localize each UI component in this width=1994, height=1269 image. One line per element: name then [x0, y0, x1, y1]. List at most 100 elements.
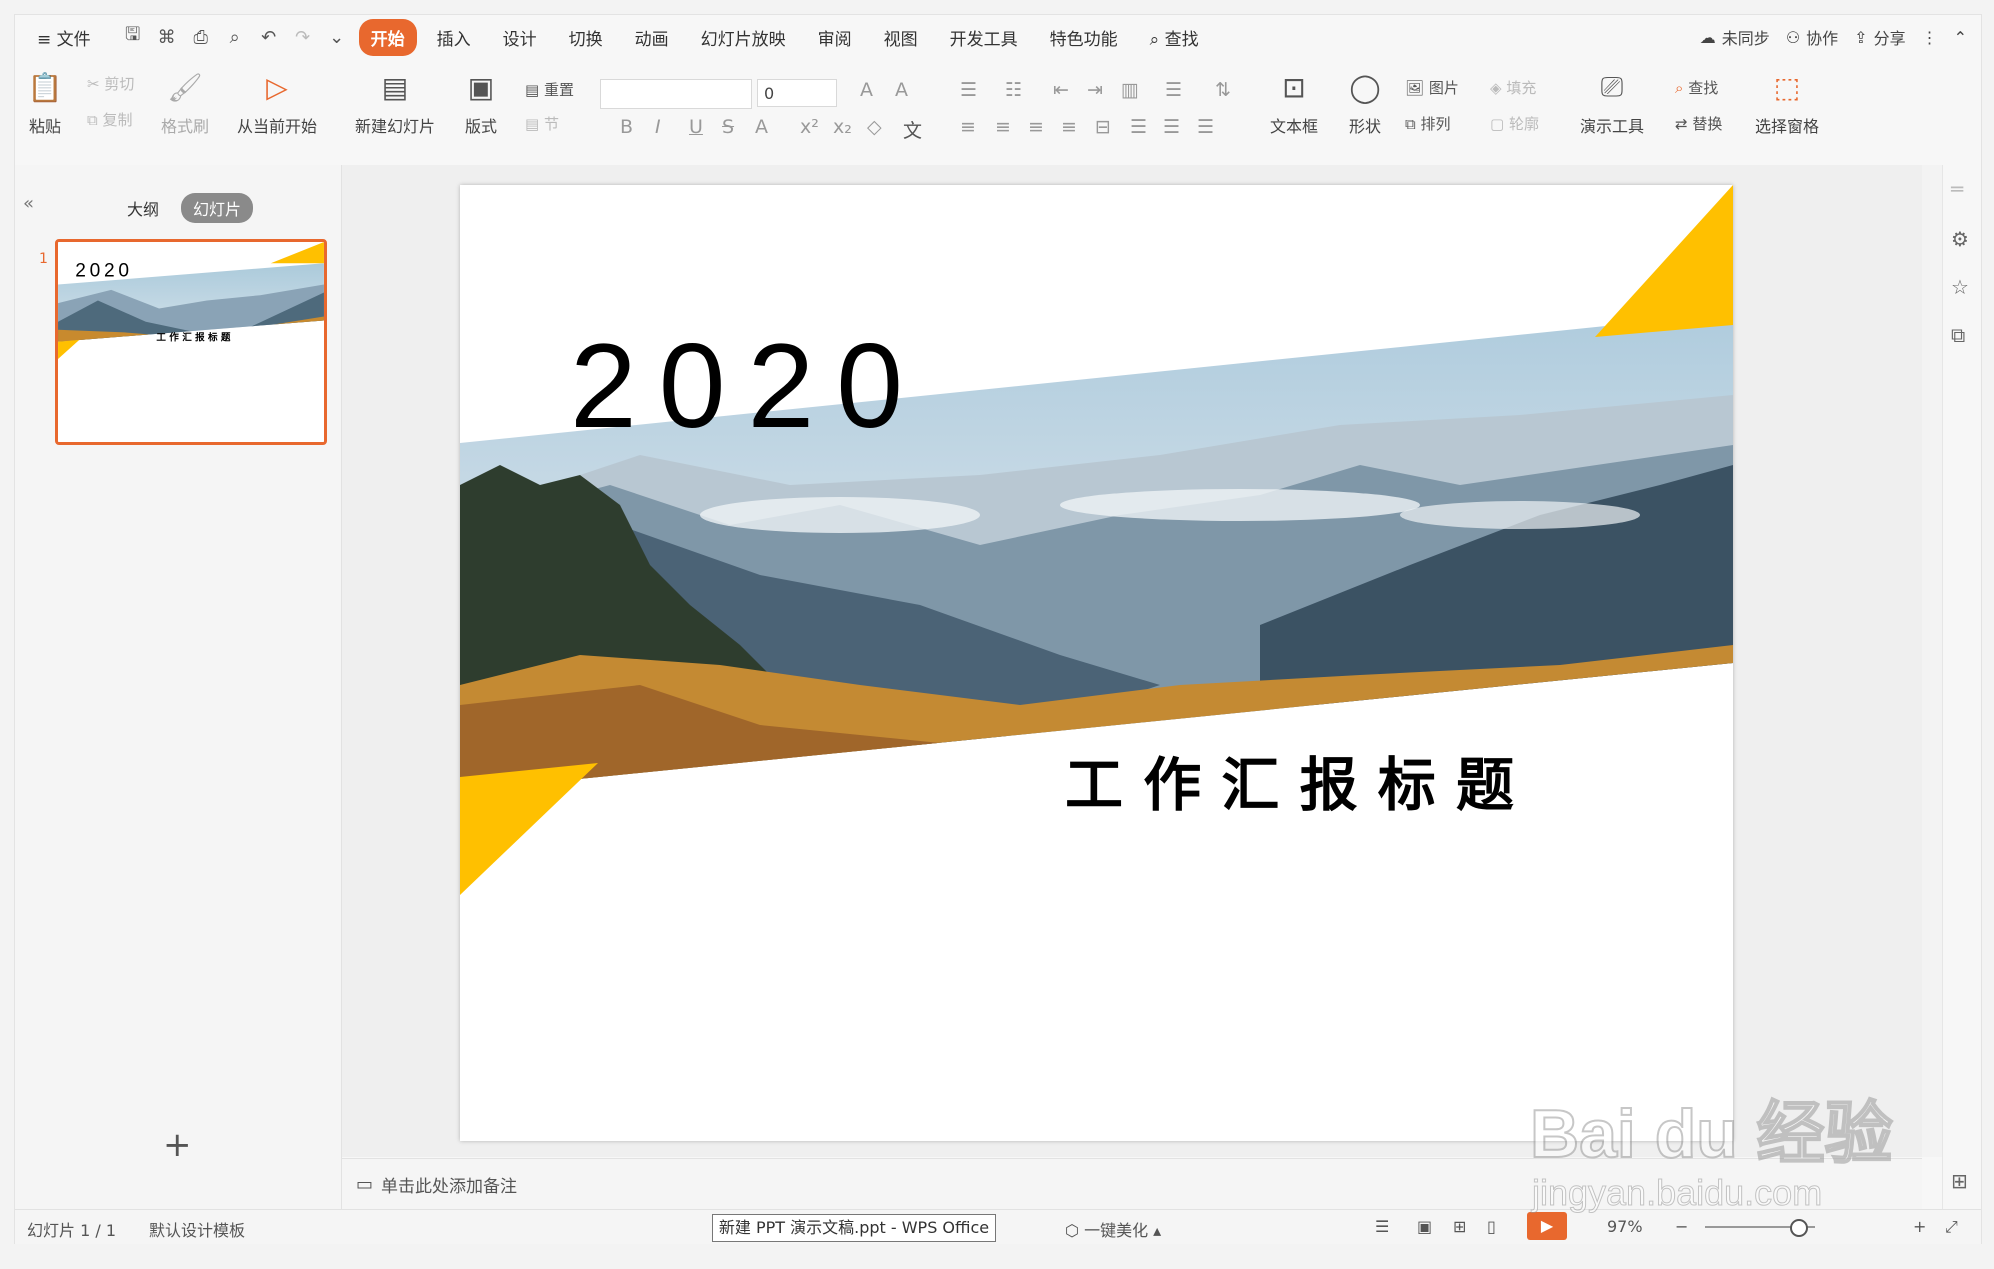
outline-button[interactable]: ▢ 轮廓 — [1490, 113, 1539, 134]
numbering-icon[interactable]: ☷ — [1005, 79, 1022, 101]
char-spacing-icon[interactable]: 文 — [903, 116, 922, 143]
tab-slides[interactable]: 幻灯片 — [181, 193, 254, 223]
search-box[interactable]: ⌕ 查找 — [1138, 19, 1211, 56]
tab-developer[interactable]: 开发工具 — [938, 19, 1030, 56]
tab-animation[interactable]: 动画 — [623, 19, 681, 56]
format-icon[interactable]: ⌘ — [155, 27, 179, 48]
reading-view-icon[interactable]: ▯ — [1487, 1217, 1496, 1236]
collapse-ribbon-icon[interactable]: ⌃ — [1954, 28, 1967, 47]
tab-transition[interactable]: 切换 — [557, 19, 615, 56]
slide-canvas[interactable]: 2020 工 作 汇 报 标 题 — [460, 185, 1733, 1141]
tab-insert[interactable]: 插入 — [425, 19, 483, 56]
picture-button[interactable]: 🖼 图片 — [1405, 77, 1459, 98]
cut-button[interactable]: ✂ 剪切 — [87, 73, 134, 94]
outdent-icon[interactable]: ⇤ — [1053, 79, 1069, 101]
text-direction-icon[interactable]: ⇅ — [1215, 79, 1231, 101]
font-color-icon[interactable]: A — [755, 116, 768, 138]
tab-home[interactable]: 开始 — [358, 18, 417, 56]
more-icon[interactable]: ⋮ — [1922, 28, 1938, 47]
paste-button[interactable]: 📋 粘贴 — [25, 67, 65, 137]
layout-button[interactable]: ▣ 版式 — [461, 67, 501, 137]
bold-icon[interactable]: B — [620, 116, 633, 138]
collab-button[interactable]: ⚇ 协作 — [1786, 25, 1838, 49]
customize-icon[interactable]: ⌄ — [325, 27, 349, 48]
grow-font-icon[interactable]: A — [860, 79, 873, 101]
taskbar-window-button[interactable]: 新建 PPT 演示文稿.ppt - WPS Office — [712, 1214, 996, 1242]
tab-view[interactable]: 视图 — [872, 19, 930, 56]
clear-format-icon[interactable]: ◇ — [867, 116, 882, 138]
textbox-button[interactable]: ⊡ 文本框 — [1270, 67, 1318, 137]
shrink-font-icon[interactable]: A — [895, 79, 908, 101]
smartart-icon[interactable]: ☰ — [1163, 116, 1180, 138]
line-spacing-icon[interactable]: ☰ — [1165, 79, 1182, 101]
add-slide-icon[interactable]: + — [163, 1125, 192, 1165]
vertical-scrollbar[interactable] — [1922, 165, 1942, 1157]
format-painter-button[interactable]: 🖌 格式刷 — [161, 67, 209, 137]
zoom-out-icon[interactable]: − — [1675, 1217, 1688, 1236]
subscript-icon[interactable]: x₂ — [833, 116, 852, 138]
find-button[interactable]: ⌕ 查找 — [1675, 77, 1718, 98]
preview-icon[interactable]: ⌕ — [223, 27, 247, 48]
new-slide-button[interactable]: ▤ 新建幻灯片 — [355, 67, 435, 137]
distribute-icon[interactable]: ⊟ — [1095, 116, 1111, 138]
zoom-level[interactable]: 97% — [1607, 1217, 1643, 1236]
italic-icon[interactable]: I — [655, 116, 661, 138]
indent-icon[interactable]: ⇥ — [1087, 79, 1103, 101]
notes-toggle-icon[interactable]: ☰ — [1375, 1217, 1389, 1236]
columns-icon[interactable]: ▥ — [1121, 79, 1139, 101]
tab-slideshow[interactable]: 幻灯片放映 — [689, 19, 798, 56]
font-size-select[interactable]: 0 — [757, 79, 837, 107]
play-slideshow-icon[interactable]: ▶ — [1527, 1212, 1567, 1240]
collapse-panel-icon[interactable]: « — [23, 193, 34, 214]
redo-icon[interactable]: ↷ — [291, 27, 315, 48]
tab-outline[interactable]: 大纲 — [115, 193, 171, 223]
fit-window-icon[interactable]: ⤢ — [1945, 1217, 1958, 1237]
find-icon: ⌕ — [1675, 79, 1684, 97]
shape-button[interactable]: ◯ 形状 — [1345, 67, 1385, 137]
align-left-icon[interactable]: ≡ — [960, 116, 976, 138]
align-text-icon[interactable]: ☰ — [1130, 116, 1147, 138]
animation-icon[interactable]: ☆ — [1951, 275, 1969, 299]
replace-button[interactable]: ⇄ 替换 — [1675, 113, 1722, 134]
select-pane-button[interactable]: ⬚ 选择窗格 — [1755, 67, 1819, 137]
transition-icon[interactable]: ⧉ — [1951, 323, 1965, 347]
justify-icon[interactable]: ≡ — [1061, 116, 1077, 138]
beautify-button[interactable]: ⬡ 一键美化 ▴ — [1065, 1217, 1161, 1241]
wps-window: ≡ 文件 🖫 ⌘ ⎙ ⌕ ↶ ↷ ⌄ 开始 插入 设计 切换 动画 幻灯片放映 … — [14, 14, 1982, 1244]
undo-icon[interactable]: ↶ — [257, 27, 281, 48]
slide-thumbnail[interactable]: 2020 工 作 汇 报 标 题 — [55, 239, 327, 445]
font-family-select[interactable] — [600, 79, 752, 109]
save-icon[interactable]: 🖫 — [121, 22, 145, 52]
underline-icon[interactable]: U — [689, 116, 703, 138]
from-current-button[interactable]: ▷ 从当前开始 — [237, 67, 317, 137]
tab-review[interactable]: 审阅 — [806, 19, 864, 56]
present-tools-button[interactable]: ⎚ 演示工具 — [1580, 67, 1644, 137]
strikethrough-icon[interactable]: S — [722, 116, 734, 138]
align-right-icon[interactable]: ≡ — [1028, 116, 1044, 138]
sorter-view-icon[interactable]: ⊞ — [1453, 1217, 1466, 1236]
bullets-icon[interactable]: ☰ — [960, 79, 977, 101]
arrange-button[interactable]: ⧉ 排列 — [1405, 113, 1451, 134]
normal-view-icon[interactable]: ▣ — [1417, 1217, 1432, 1236]
file-menu[interactable]: ≡ 文件 — [25, 19, 103, 56]
grid-icon[interactable]: ⊞ — [1951, 1169, 1968, 1193]
section-button[interactable]: ▤ 节 — [525, 113, 559, 134]
reset-button[interactable]: ▤ 重置 — [525, 79, 574, 100]
fill-button[interactable]: ◈ 填充 — [1490, 77, 1536, 98]
copy-button[interactable]: ⧉ 复制 — [87, 109, 133, 130]
template-name[interactable]: 默认设计模板 — [149, 1217, 245, 1241]
tab-design[interactable]: 设计 — [491, 19, 549, 56]
print-icon[interactable]: ⎙ — [189, 27, 213, 48]
drag-handle-icon[interactable]: ═ — [1951, 177, 1963, 201]
notes-bar[interactable]: ▭ 单击此处添加备注 — [342, 1158, 1922, 1209]
sync-status[interactable]: ☁ 未同步 — [1700, 25, 1770, 49]
share-button[interactable]: ⇪ 分享 — [1854, 25, 1905, 49]
align-center-icon[interactable]: ≡ — [995, 116, 1011, 138]
tab-features[interactable]: 特色功能 — [1038, 19, 1130, 56]
zoom-slider-thumb[interactable] — [1790, 1219, 1808, 1237]
superscript-icon[interactable]: x² — [800, 116, 819, 138]
convert-icon[interactable]: ☰ — [1197, 116, 1214, 138]
status-bar: 幻灯片 1 / 1 默认设计模板 ⬡ 一键美化 ▴ ☰ ▣ ⊞ ▯ ▶ 97% … — [15, 1209, 1981, 1244]
properties-icon[interactable]: ⚙ — [1951, 227, 1969, 251]
zoom-in-icon[interactable]: + — [1913, 1217, 1926, 1236]
